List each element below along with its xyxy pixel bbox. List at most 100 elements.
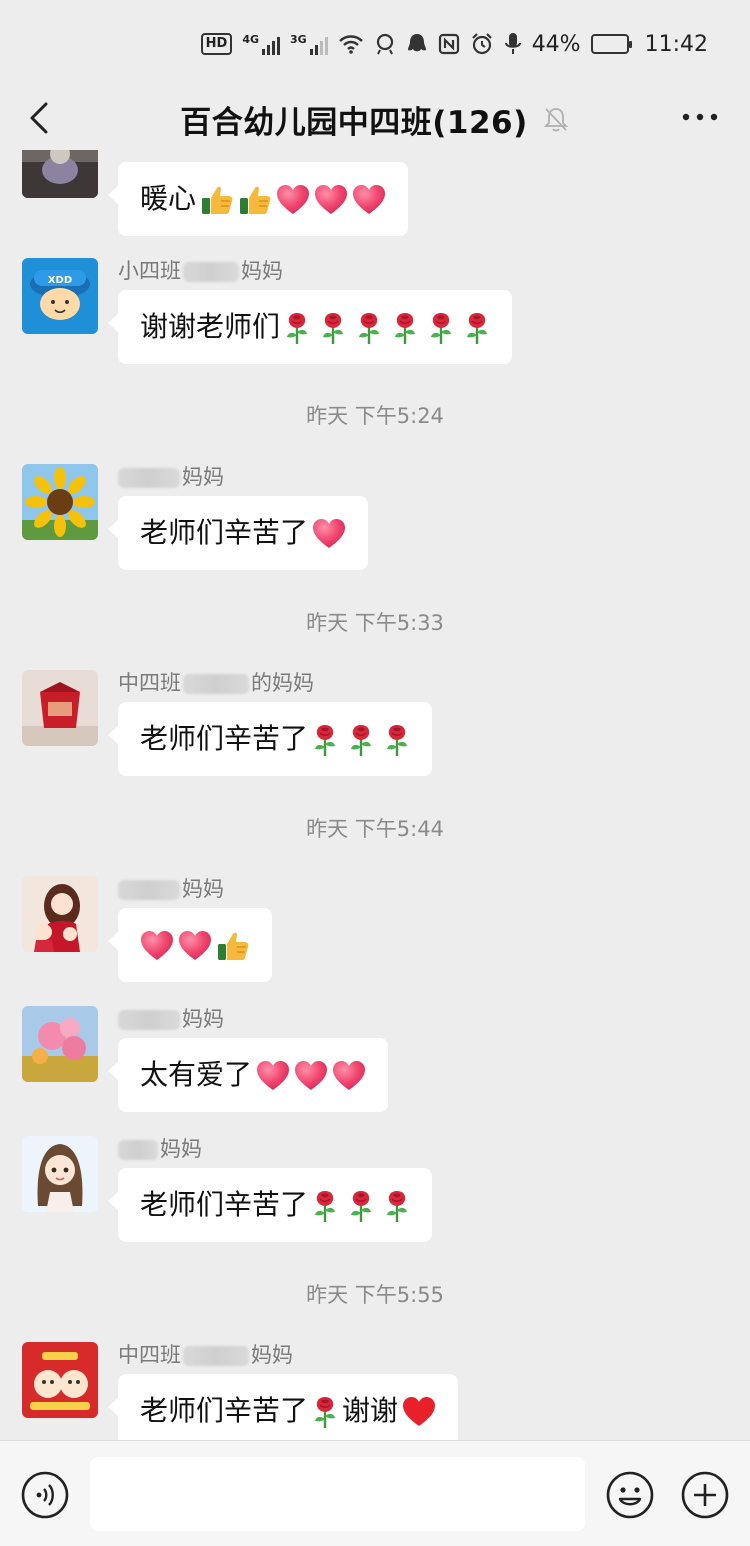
rose-icon [320, 311, 346, 345]
avatar[interactable] [22, 464, 98, 540]
message-bubble[interactable]: 老师们辛苦了 [107, 1168, 433, 1242]
redacted-blur [183, 674, 249, 694]
heart-icon [294, 1060, 328, 1092]
redacted-blur [118, 1140, 158, 1160]
message-item: 中四班 的妈妈 老师们辛苦了 [22, 670, 433, 776]
chat-header: 百合幼儿园中四班(126) [0, 88, 750, 150]
avatar[interactable] [22, 150, 98, 198]
emoji-icon[interactable] [605, 1470, 655, 1520]
hd-call-icon: HD [200, 33, 233, 55]
sender-name: 妈妈 [118, 1136, 432, 1162]
microphone-icon [504, 33, 521, 54]
more-dots-icon[interactable] [678, 102, 722, 132]
timestamp: 昨天 下午5:55 [306, 1283, 444, 1307]
message-text: 暖心 [140, 182, 197, 215]
message-bubble[interactable] [108, 908, 272, 982]
message-item: 妈妈 老师们辛苦了 [22, 1136, 433, 1242]
chat-message-list[interactable]: 暖心 XDD 小四班 妈妈 谢谢老师们 昨天 下午5:24 妈妈 老师们辛苦了 … [0, 150, 750, 1440]
message-text: 老师们辛苦了 [140, 1394, 309, 1427]
heart-icon [314, 184, 348, 216]
chat-title: 百合幼儿园中四班(126) [180, 104, 528, 141]
timestamp: 昨天 下午5:24 [306, 404, 444, 428]
heart-icon [332, 1060, 366, 1092]
rose-icon [464, 311, 490, 345]
rose-icon [392, 311, 418, 345]
clock: 11:42 [644, 31, 708, 57]
rose-icon [312, 1395, 338, 1429]
signal-3g-icon: 3G [290, 33, 328, 55]
sender-name: 妈妈 [118, 876, 272, 902]
message-text: 老师们辛苦了 [140, 1188, 309, 1221]
timestamp: 昨天 下午5:33 [306, 611, 444, 635]
rose-icon [348, 1189, 374, 1223]
avatar[interactable] [22, 670, 98, 746]
timestamp: 昨天 下午5:44 [306, 817, 444, 841]
app-notification-icon [376, 33, 393, 55]
plus-icon[interactable] [680, 1470, 730, 1520]
rose-icon [312, 723, 338, 757]
heart-icon [312, 518, 346, 550]
redacted-blur [118, 468, 180, 488]
avatar[interactable] [22, 1006, 98, 1082]
rose-icon [312, 1189, 338, 1223]
heart-icon [140, 930, 174, 962]
signal-4g-icon: 4G [242, 33, 280, 55]
message-item: 中四班 妈妈 老师们辛苦了 谢谢 [22, 1342, 459, 1440]
redacted-blur [118, 880, 180, 900]
title-group: 百合幼儿园中四班(126) [180, 97, 570, 142]
mute-bell-icon [543, 108, 568, 132]
message-item: 妈妈 太有爱了 [22, 1006, 389, 1112]
message-bubble[interactable]: 老师们辛苦了 [107, 496, 369, 570]
message-text: 太有爱了 [140, 1058, 253, 1091]
message-text: 老师们辛苦了 [140, 516, 309, 549]
sender-name: 妈妈 [118, 464, 368, 490]
thumbs-up-icon [200, 184, 234, 216]
message-bubble[interactable]: 老师们辛苦了 [107, 702, 433, 776]
avatar[interactable] [22, 1136, 98, 1212]
message-text: 谢谢老师们 [140, 310, 281, 343]
heart-icon [178, 930, 212, 962]
rose-icon [348, 723, 374, 757]
message-item: 暖心 [22, 150, 409, 236]
alarm-icon [471, 33, 492, 55]
rose-icon [384, 723, 410, 757]
rose-icon [284, 311, 310, 345]
nfc-icon [438, 33, 459, 55]
redacted-blur [183, 262, 239, 282]
input-bar [0, 1440, 750, 1546]
heart-icon [256, 1060, 290, 1092]
message-item: 妈妈 [22, 876, 272, 982]
voice-icon[interactable] [20, 1470, 70, 1520]
message-bubble[interactable]: 太有爱了 [107, 1038, 389, 1112]
sender-name: 中四班 妈妈 [118, 1343, 293, 1367]
sender-name: 小四班 妈妈 [118, 259, 283, 283]
thumbs-up-icon [216, 930, 250, 962]
message-text: 老师们辛苦了 [140, 722, 309, 755]
network-4g-label: 4G [242, 33, 259, 46]
red-heart-icon [402, 1396, 436, 1428]
message-input[interactable] [90, 1457, 585, 1531]
network-3g-label: 3G [290, 33, 307, 46]
status-bar: HD 4G 3G 44% 11:42 [0, 0, 750, 88]
rose-icon [356, 311, 382, 345]
avatar[interactable] [22, 876, 98, 952]
redacted-blur [183, 1346, 249, 1366]
avatar[interactable]: XDD [22, 258, 98, 334]
back-chevron-icon[interactable] [20, 98, 60, 138]
message-item: XDD 小四班 妈妈 谢谢老师们 [22, 258, 513, 364]
avatar[interactable] [22, 1342, 98, 1418]
message-bubble[interactable]: 老师们辛苦了 谢谢 [107, 1374, 459, 1440]
message-bubble[interactable]: 谢谢老师们 [107, 290, 513, 364]
message-bubble[interactable]: 暖心 [107, 162, 409, 236]
wifi-icon [338, 35, 363, 54]
sender-name: 中四班 的妈妈 [118, 671, 314, 695]
rose-icon [428, 311, 454, 345]
redacted-blur [118, 1010, 180, 1030]
battery-percent: 44% [531, 31, 581, 57]
thumbs-up-icon [238, 184, 272, 216]
rose-icon [384, 1189, 410, 1223]
sender-name: 妈妈 [118, 1006, 388, 1032]
battery-icon [590, 34, 632, 54]
svg-text:XDD: XDD [48, 275, 72, 286]
heart-icon [352, 184, 386, 216]
